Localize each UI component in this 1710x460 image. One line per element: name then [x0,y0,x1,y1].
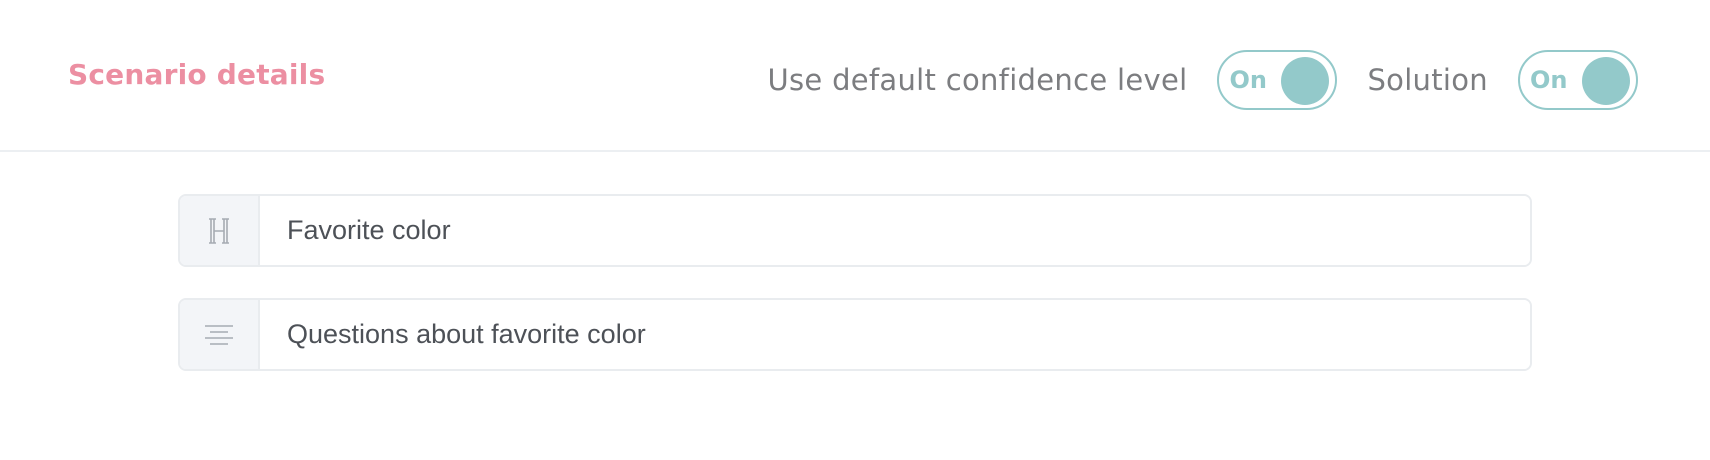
header-controls: Use default confidence level On Solution… [767,49,1638,111]
solution-toggle-knob [1582,57,1630,105]
scenario-header: Scenario details Use default confidence … [0,0,1710,152]
text-align-center-icon [180,300,260,369]
scenario-form [178,194,1532,402]
scenario-description-input[interactable] [260,300,1530,369]
scenario-title-field [178,194,1532,267]
solution-toggle-state: On [1530,66,1568,94]
confidence-toggle-state: On [1229,66,1267,94]
solution-label: Solution [1367,63,1488,97]
confidence-level-label: Use default confidence level [767,63,1188,97]
heading-icon [180,196,260,265]
confidence-level-toggle[interactable]: On [1217,50,1338,110]
solution-toggle[interactable]: On [1518,50,1638,110]
scenario-title-input[interactable] [260,196,1530,265]
page-title: Scenario details [68,58,326,91]
confidence-toggle-knob [1281,57,1330,105]
scenario-description-field [178,298,1532,371]
